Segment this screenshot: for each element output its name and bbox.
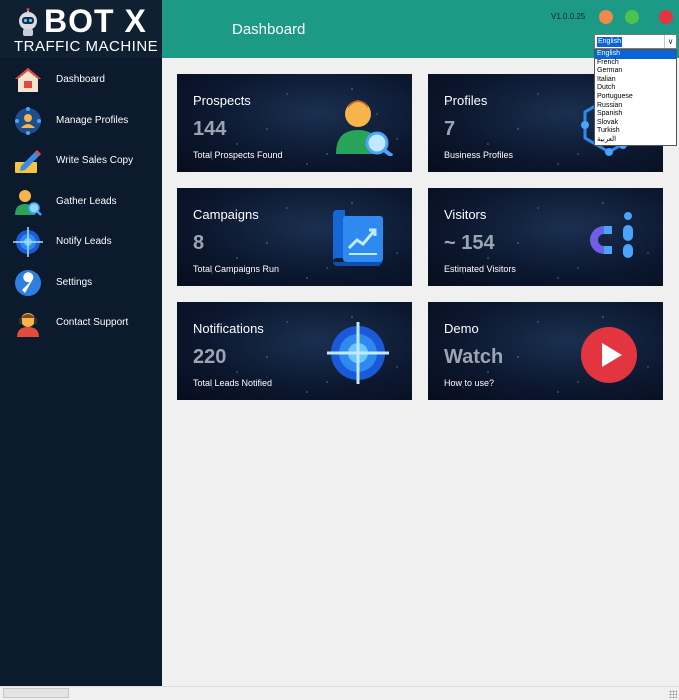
language-option-slovak[interactable]: Slovak	[595, 119, 676, 128]
sidebar-item-label: Gather Leads	[56, 195, 117, 207]
profiles-icon	[15, 106, 41, 135]
sidebar-item-gather-leads[interactable]: Gather Leads	[0, 182, 162, 223]
sidebar-item-manage-profiles[interactable]: Manage Profiles	[0, 101, 162, 142]
language-option-german[interactable]: German	[595, 67, 676, 76]
language-option-turkish[interactable]: Turkish	[595, 127, 676, 136]
close-button[interactable]	[659, 10, 673, 24]
app-window: BOT X TRAFFIC MACHINE Dashboard Manage P…	[0, 0, 679, 700]
card-title: Profiles	[444, 93, 488, 108]
target-icon	[13, 227, 43, 257]
sidebar-item-label: Dashboard	[56, 74, 105, 85]
sidebar-item-settings[interactable]: Settings	[0, 263, 162, 304]
language-option-russian[interactable]: Russian	[595, 102, 676, 111]
card-value: Watch	[444, 346, 504, 368]
language-option-english[interactable]: English	[595, 50, 676, 59]
card-demo[interactable]: Demo Watch How to use?	[428, 302, 663, 400]
card-title: Visitors	[444, 207, 487, 222]
language-option-arabic[interactable]: العربية	[595, 136, 676, 145]
home-icon	[15, 68, 41, 92]
robot-logo-icon	[19, 8, 37, 36]
language-option-french[interactable]: French	[595, 59, 676, 68]
card-value: 7	[444, 118, 456, 140]
language-option-dutch[interactable]: Dutch	[595, 84, 676, 93]
card-value: ~ 154	[444, 232, 495, 254]
sidebar-item-contact-support[interactable]: Contact Support	[0, 303, 162, 344]
play-icon[interactable]	[580, 326, 638, 384]
chevron-down-icon[interactable]: ∨	[664, 35, 676, 48]
wrench-icon	[15, 269, 41, 296]
language-selected-value: English	[597, 37, 622, 47]
brand-title: BOT X	[44, 3, 147, 39]
language-dropdown-list: English French German Italian Dutch Port…	[594, 49, 677, 146]
maximize-button[interactable]	[625, 10, 639, 24]
language-select[interactable]: English ∨	[594, 34, 677, 49]
language-option-italian[interactable]: Italian	[595, 76, 676, 85]
version-label: V1.0.0.25	[551, 12, 586, 21]
sidebar: BOT X TRAFFIC MACHINE Dashboard Manage P…	[0, 0, 162, 686]
sidebar-item-label: Notify Leads	[56, 236, 112, 247]
card-title: Demo	[444, 321, 479, 336]
card-subtitle: How to use?	[444, 378, 495, 388]
card-campaigns[interactable]: Campaigns 8 Total Campaigns Run	[177, 188, 412, 286]
sidebar-item-label: Manage Profiles	[56, 114, 129, 126]
map-chart-icon	[333, 210, 383, 266]
card-value: 144	[193, 118, 227, 140]
minimize-button[interactable]	[599, 10, 613, 24]
card-title: Prospects	[193, 93, 251, 108]
user-search-icon	[336, 100, 394, 156]
card-subtitle: Total Leads Notified	[193, 378, 273, 388]
page-title: Dashboard	[232, 21, 306, 38]
sidebar-item-write-sales-copy[interactable]: Write Sales Copy	[0, 141, 162, 182]
horizontal-scrollbar[interactable]	[3, 688, 69, 698]
sidebar-item-label: Contact Support	[56, 317, 129, 328]
sidebar-item-label: Write Sales Copy	[56, 155, 134, 166]
card-title: Notifications	[193, 321, 264, 336]
language-option-portuguese[interactable]: Portuguese	[595, 93, 676, 102]
card-prospects[interactable]: Prospects 144 Total Prospects Found	[177, 74, 412, 172]
support-agent-icon	[17, 313, 39, 337]
card-subtitle: Business Profiles	[444, 150, 514, 160]
target-icon	[327, 322, 389, 384]
resize-grip-icon[interactable]	[669, 690, 677, 698]
brand-subtitle: TRAFFIC MACHINE	[14, 38, 159, 55]
sidebar-item-notify-leads[interactable]: Notify Leads	[0, 222, 162, 263]
sidebar-item-label: Settings	[56, 276, 93, 288]
status-bar	[0, 686, 679, 700]
magnet-icon	[590, 212, 633, 258]
card-subtitle: Total Campaigns Run	[193, 264, 280, 274]
card-subtitle: Total Prospects Found	[193, 150, 283, 160]
sidebar-item-dashboard[interactable]: Dashboard	[0, 60, 162, 101]
pen-icon	[15, 150, 41, 173]
card-value: 220	[193, 346, 227, 368]
brand: BOT X TRAFFIC MACHINE	[0, 0, 162, 58]
sidebar-nav: Dashboard Manage Profiles Write Sales Co…	[0, 60, 162, 344]
user-search-icon	[15, 189, 42, 216]
language-option-spanish[interactable]: Spanish	[595, 110, 676, 119]
card-subtitle: Estimated Visitors	[444, 264, 516, 274]
card-value: 8	[193, 232, 205, 254]
card-title: Campaigns	[193, 207, 259, 222]
card-visitors[interactable]: Visitors ~ 154 Estimated Visitors	[428, 188, 663, 286]
card-notifications[interactable]: Notifications 220 Total Leads Notified	[177, 302, 412, 400]
